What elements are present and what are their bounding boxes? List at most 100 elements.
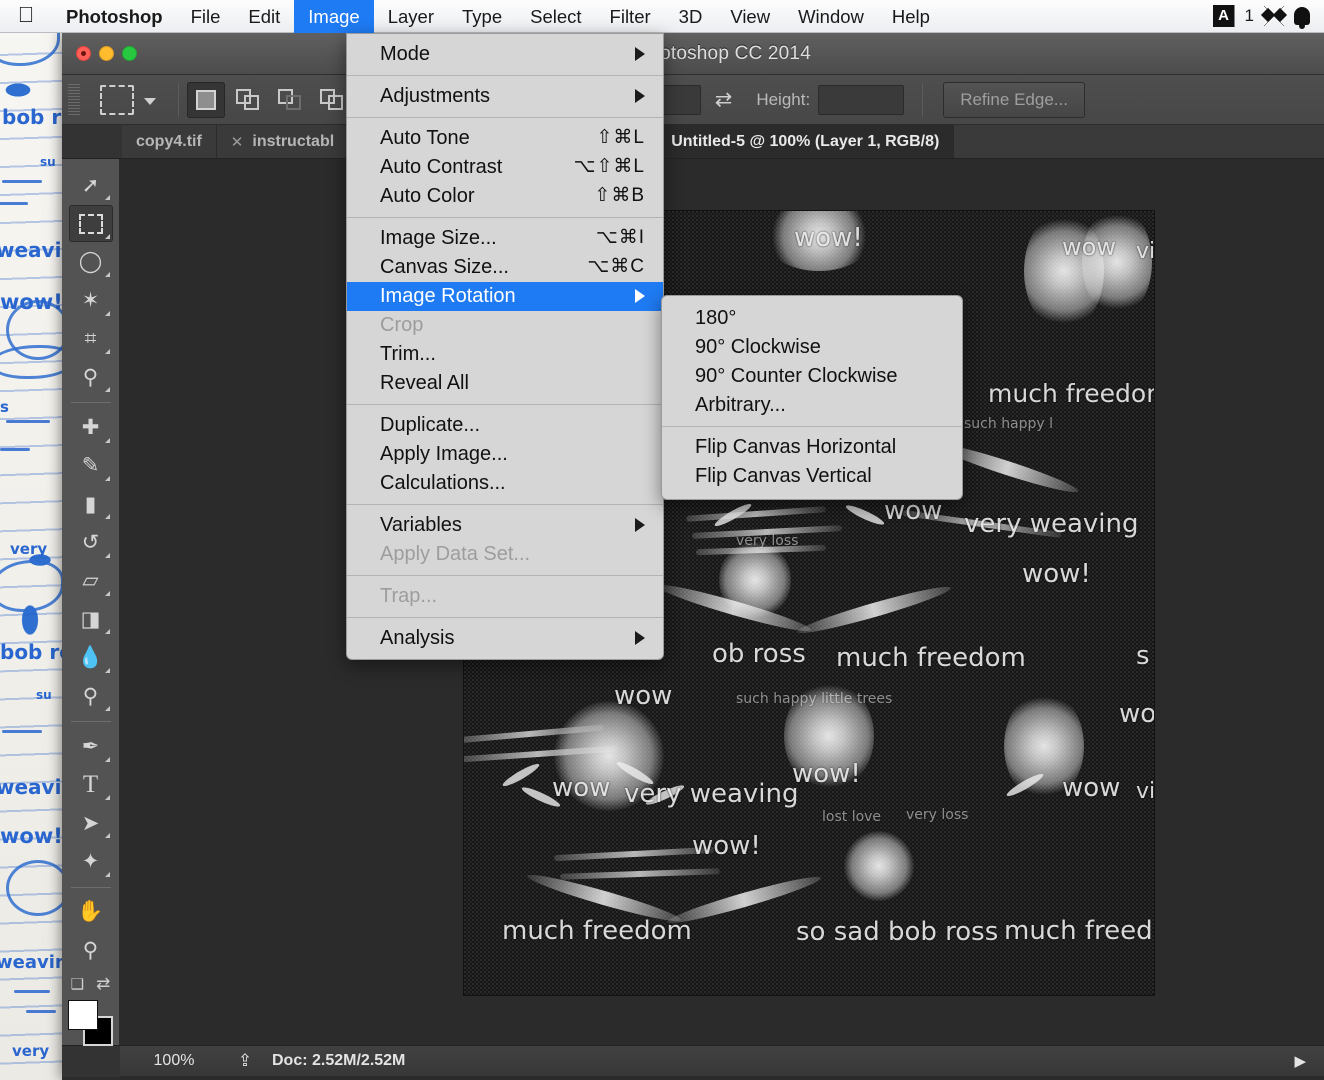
artwork-text: ob ross: [712, 639, 806, 669]
tab-copy4[interactable]: copy4.tif: [122, 125, 217, 158]
image-menu-item-auto-color[interactable]: Auto Color ⇧⌘B: [347, 182, 663, 211]
rotation-item-arbitrary[interactable]: Arbitrary...: [662, 391, 962, 420]
tab-untitled-5[interactable]: ✕ Untitled-5 @ 100% (Layer 1, RGB/8): [635, 125, 955, 158]
eyedropper-tool[interactable]: ⚲: [69, 359, 113, 395]
image-menu-item-image-rotation[interactable]: Image Rotation: [347, 282, 663, 311]
rotation-item-180[interactable]: 180°: [662, 304, 962, 333]
image-menu-item-auto-tone[interactable]: Auto Tone ⇧⌘L: [347, 124, 663, 153]
zoom-level[interactable]: 100%: [120, 1052, 228, 1070]
rotation-item-flip-canvas-vertical[interactable]: Flip Canvas Vertical: [662, 462, 962, 491]
image-menu-item-mode[interactable]: Mode: [347, 40, 663, 69]
image-menu-item-analysis[interactable]: Analysis: [347, 624, 663, 653]
path-selection-tool[interactable]: ➤: [69, 805, 113, 841]
dodge-tool[interactable]: ⚲: [69, 678, 113, 714]
menu-select[interactable]: Select: [516, 0, 595, 33]
rectangular-marquee-icon[interactable]: [100, 84, 134, 115]
artwork-text: vi: [1136, 779, 1154, 804]
eraser-tool[interactable]: ▱: [69, 563, 113, 599]
menu-help[interactable]: Help: [878, 0, 944, 33]
apple-logo-icon[interactable]: : [0, 3, 52, 29]
menu-item-label: Canvas Size...: [380, 256, 509, 278]
tab-label: copy4.tif: [136, 132, 202, 150]
menu-view[interactable]: View: [716, 0, 784, 33]
swap-colors-icon[interactable]: ⇄: [96, 974, 110, 994]
rotation-item-flip-canvas-horizontal[interactable]: Flip Canvas Horizontal: [662, 433, 962, 462]
window-title-bar: Adobe Photoshop CC 2014: [62, 33, 1324, 75]
menu-item-shortcut: ⌥⌘C: [587, 256, 645, 277]
menu-file[interactable]: File: [177, 0, 235, 33]
new-selection-button[interactable]: [187, 81, 225, 118]
dropbox-icon[interactable]: [1264, 6, 1284, 26]
rectangular-marquee-tool[interactable]: [68, 205, 113, 242]
image-menu-item-auto-contrast[interactable]: Auto Contrast ⌥⇧⌘L: [347, 153, 663, 182]
zoom-tool[interactable]: ⚲: [69, 932, 113, 968]
menu-layer[interactable]: Layer: [374, 0, 448, 33]
menu-edit[interactable]: Edit: [234, 0, 294, 33]
brush-tool[interactable]: ✎: [69, 448, 113, 484]
adobe-creative-cloud-icon[interactable]: A: [1212, 5, 1235, 27]
type-tool[interactable]: T: [69, 767, 113, 803]
image-menu-item-calculations[interactable]: Calculations...: [347, 469, 663, 498]
height-input[interactable]: [818, 84, 905, 115]
foreground-color-swatch[interactable]: [67, 1000, 98, 1031]
move-tool[interactable]: ➚: [69, 167, 113, 203]
rotation-item-90-counter-clockwise[interactable]: 90° Counter Clockwise: [662, 362, 962, 391]
image-menu-item-variables[interactable]: Variables: [347, 511, 663, 540]
clone-stamp-tool[interactable]: ▮: [69, 486, 113, 522]
wallpaper-text: bob ro: [0, 640, 70, 664]
selection-mode-group[interactable]: [187, 81, 351, 118]
status-bar: 100% ⇪ Doc: 2.52M/2.52M ▶: [62, 1045, 1324, 1077]
refine-edge-button[interactable]: Refine Edge...: [943, 81, 1085, 118]
swap-dimensions-icon[interactable]: ⇄: [715, 87, 733, 112]
default-colors-icon[interactable]: ❑: [71, 975, 84, 993]
share-export-icon[interactable]: ⇪: [228, 1051, 262, 1071]
menu-type[interactable]: Type: [448, 0, 516, 33]
tab-instructable[interactable]: ✕ instructabl: [216, 125, 350, 158]
triangle-right-icon[interactable]: ▶: [1288, 1052, 1324, 1070]
artwork-text: wow: [884, 496, 943, 526]
blur-tool[interactable]: 💧: [69, 639, 113, 675]
image-menu-item-image-size[interactable]: Image Size... ⌥⌘I: [347, 224, 663, 253]
menu-separator: [347, 617, 663, 618]
menu-3d[interactable]: 3D: [665, 0, 717, 33]
subtract-from-selection-button[interactable]: [271, 82, 309, 118]
gradient-tool[interactable]: ◨: [69, 601, 113, 637]
artwork-text: vi: [1136, 239, 1154, 264]
menu-item-label: Flip Canvas Vertical: [695, 465, 872, 487]
image-menu-item-reveal-all[interactable]: Reveal All: [347, 369, 663, 398]
history-brush-tool[interactable]: ↺: [69, 524, 113, 560]
chevron-right-icon: [635, 631, 645, 645]
wallpaper-text: very: [10, 540, 48, 558]
custom-shape-tool[interactable]: ✦: [69, 843, 113, 879]
hand-tool[interactable]: ✋: [69, 894, 113, 930]
image-rotation-submenu[interactable]: 180° 90° Clockwise 90° Counter Clockwise Ar…: [661, 295, 963, 500]
divider: [178, 82, 179, 117]
menu-label: Help: [891, 5, 930, 27]
image-menu-item-adjustments[interactable]: Adjustments: [347, 82, 663, 111]
healing-brush-tool[interactable]: ✚: [69, 409, 113, 445]
image-menu-item-trim[interactable]: Trim...: [347, 340, 663, 369]
image-menu-item-canvas-size[interactable]: Canvas Size... ⌥⌘C: [347, 253, 663, 282]
crop-tool[interactable]: ⌗: [69, 321, 113, 357]
menu-window[interactable]: Window: [784, 0, 878, 33]
pen-tool[interactable]: ✒: [69, 728, 113, 764]
close-icon[interactable]: ✕: [231, 133, 244, 151]
add-to-selection-button[interactable]: [229, 82, 267, 118]
chevron-down-icon[interactable]: [144, 98, 156, 105]
magic-wand-tool[interactable]: ✶: [69, 282, 113, 318]
menu-item-label: 180°: [695, 307, 737, 329]
bell-icon[interactable]: [1294, 7, 1310, 29]
menu-image[interactable]: Image: [294, 0, 374, 33]
options-bar-grip[interactable]: [68, 83, 80, 116]
image-menu-item-apply-image[interactable]: Apply Image...: [347, 440, 663, 469]
artwork-text: so sad bob ross: [796, 917, 999, 947]
menu-filter[interactable]: Filter: [596, 0, 665, 33]
image-menu-dropdown[interactable]: Mode Adjustments Auto Tone ⇧⌘L Auto Contrast…: [346, 33, 664, 660]
lasso-tool[interactable]: ◯: [69, 244, 113, 280]
chevron-right-icon: [635, 289, 645, 303]
rotation-item-90-clockwise[interactable]: 90° Clockwise: [662, 333, 962, 362]
image-menu-item-duplicate[interactable]: Duplicate...: [347, 411, 663, 440]
menu-item-label: 90° Clockwise: [695, 336, 821, 358]
canvas-area[interactable]: wow! wow vi much freedom such happy l wow very…: [120, 159, 1324, 1045]
menu-photoshop[interactable]: Photoshop: [52, 0, 177, 33]
